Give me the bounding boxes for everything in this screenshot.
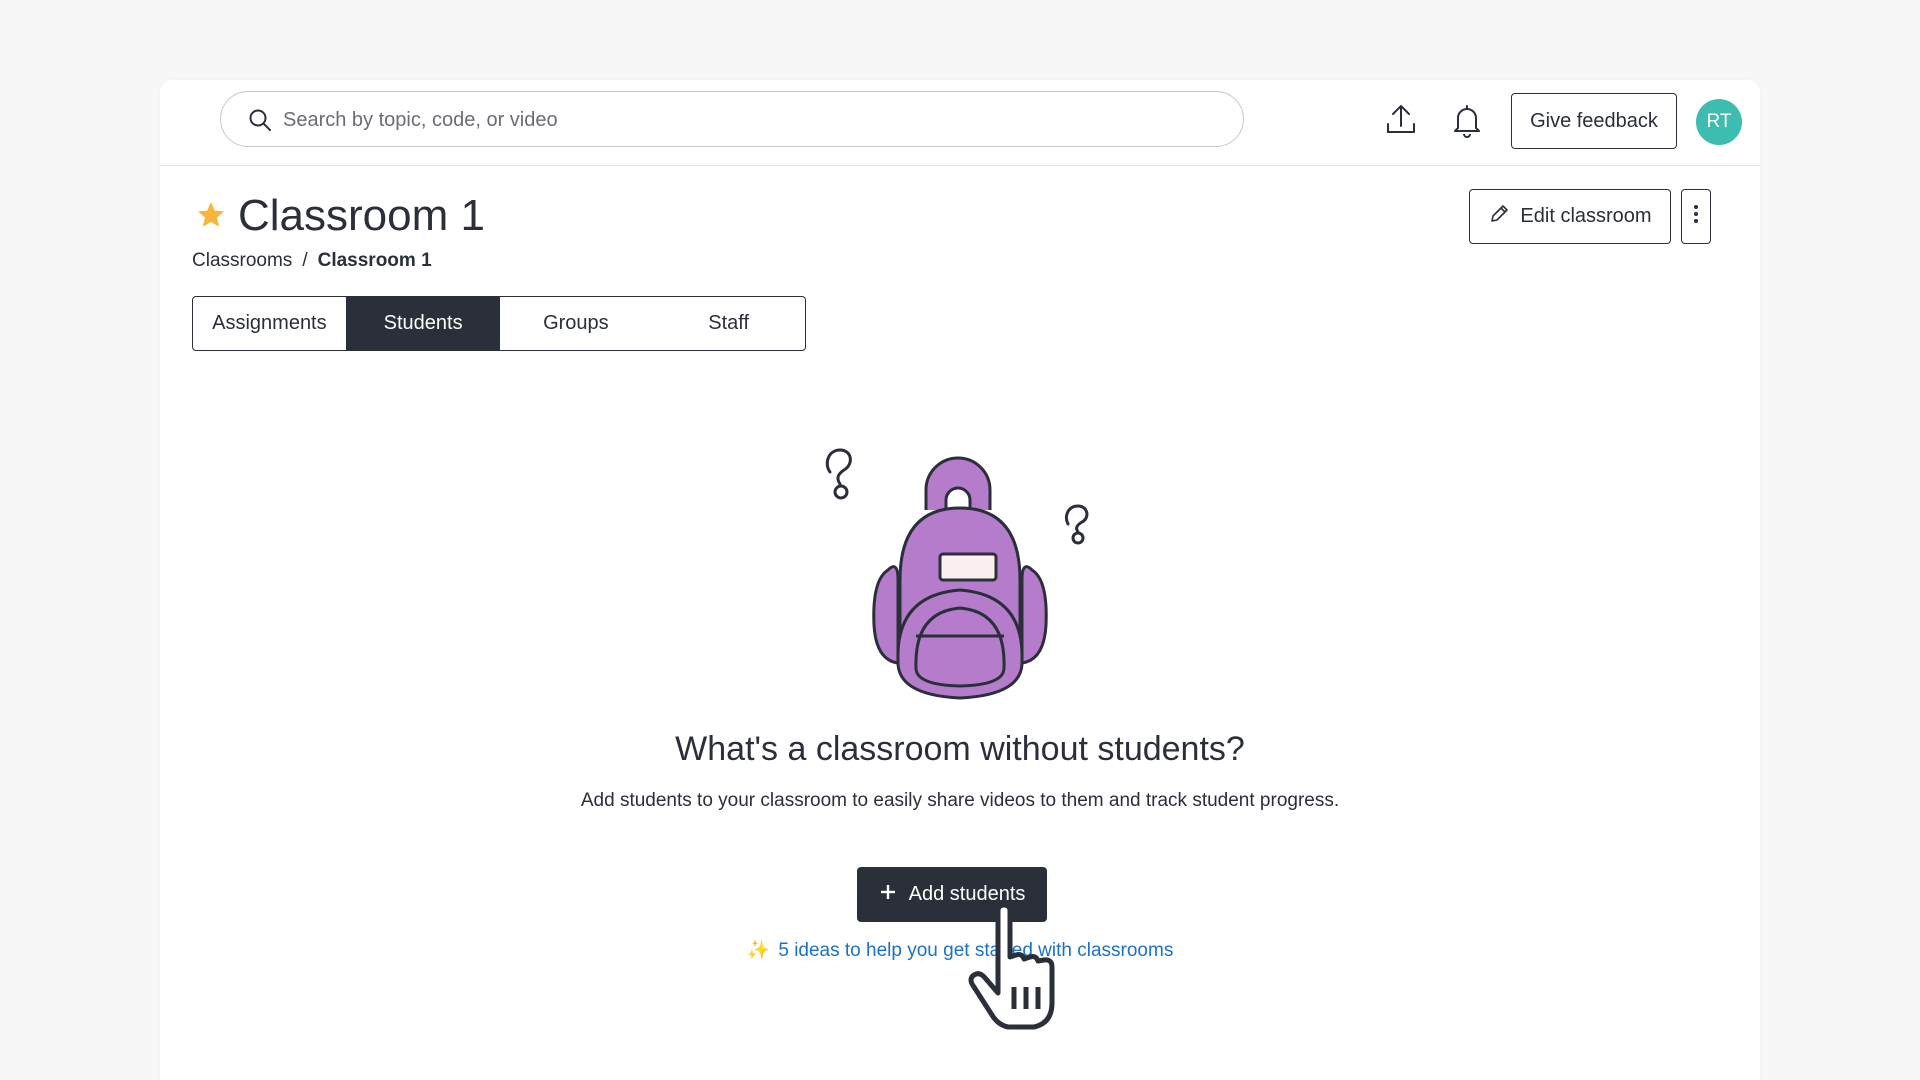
breadcrumb-separator: / [302,250,308,271]
plus-icon [879,883,897,907]
pencil-icon [1488,203,1510,231]
backpack-illustration [800,430,1120,725]
more-options-button[interactable] [1681,189,1711,244]
empty-state-text: Add students to your classroom to easily… [580,790,1340,811]
sparkles-icon: ✨ [746,940,771,961]
app-window: Give feedback RT Classroom 1 Classrooms /… [160,80,1760,1080]
hand-pointer-cursor-icon [960,902,1080,1040]
tab-students[interactable]: Students [346,297,500,350]
page-title: Classroom 1 [238,191,485,240]
search-input[interactable] [281,102,1185,138]
avatar[interactable]: RT [1696,99,1742,145]
empty-state-title: What's a classroom without students? [675,730,1245,768]
star-icon[interactable] [196,200,226,235]
tab-assignments[interactable]: Assignments [193,297,347,350]
breadcrumb: Classrooms / Classroom 1 [192,250,432,272]
tab-groups[interactable]: Groups [500,297,653,350]
bell-icon[interactable] [1445,98,1489,142]
question-mark-icon [1064,504,1089,545]
give-feedback-button[interactable]: Give feedback [1511,93,1677,149]
more-vertical-icon [1693,203,1699,230]
tab-staff[interactable]: Staff [652,297,805,350]
breadcrumb-classrooms-link[interactable]: Classrooms [192,250,292,271]
edit-classroom-button[interactable]: Edit classroom [1469,189,1671,244]
edit-classroom-label: Edit classroom [1520,205,1652,227]
search-icon [247,107,273,138]
upload-icon[interactable] [1379,98,1423,142]
breadcrumb-current: Classroom 1 [317,250,432,271]
question-mark-icon [825,448,852,500]
add-students-label: Add students [908,883,1026,905]
classroom-tabs: Assignments Students Groups Staff [192,296,806,351]
search-bar[interactable] [220,91,1244,147]
top-bar: Give feedback RT [160,80,1760,166]
